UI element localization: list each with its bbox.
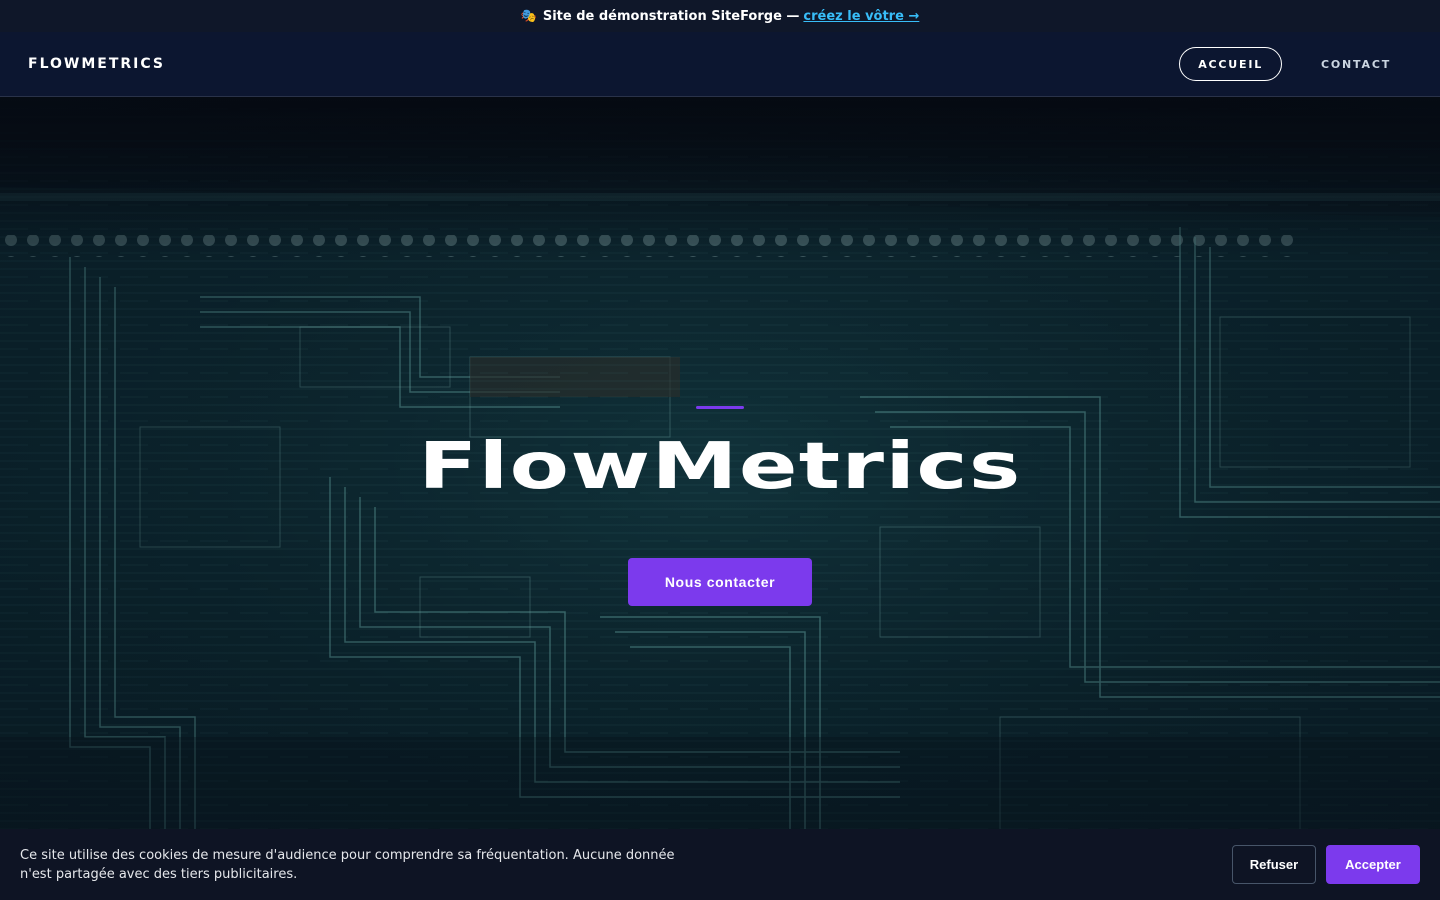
refuse-cookies-button[interactable]: Refuser [1232,845,1316,884]
cookie-notice-text: Ce site utilise des cookies de mesure d'… [20,847,675,882]
hero-title: FlowMetrics [418,430,1022,504]
site-header: FLOWMETRICS ACCUEIL CONTACT [0,32,1440,97]
demo-banner-text: Site de démonstration SiteForge — [542,8,800,24]
nav-item-accueil[interactable]: ACCUEIL [1179,47,1283,81]
nav-item-contact[interactable]: CONTACT [1302,47,1412,81]
contact-us-button[interactable]: Nous contacter [628,558,812,606]
cookie-actions: Refuser Accepter [1232,845,1420,884]
site-logo[interactable]: FLOWMETRICS [28,56,165,72]
cookie-consent-banner: Ce site utilise des cookies de mesure d'… [0,829,1440,900]
hero-section: FlowMetrics Nous contacter [0,97,1440,900]
hero-content: FlowMetrics Nous contacter [0,97,1440,900]
accept-cookies-button[interactable]: Accepter [1326,845,1420,884]
title-accent-line [696,406,744,409]
demo-banner: 🎭 Site de démonstration SiteForge — crée… [0,0,1440,32]
main-nav: ACCUEIL CONTACT [1179,47,1412,81]
theater-masks-icon: 🎭 [520,8,537,24]
create-yours-link[interactable]: créez le vôtre → [803,9,919,24]
